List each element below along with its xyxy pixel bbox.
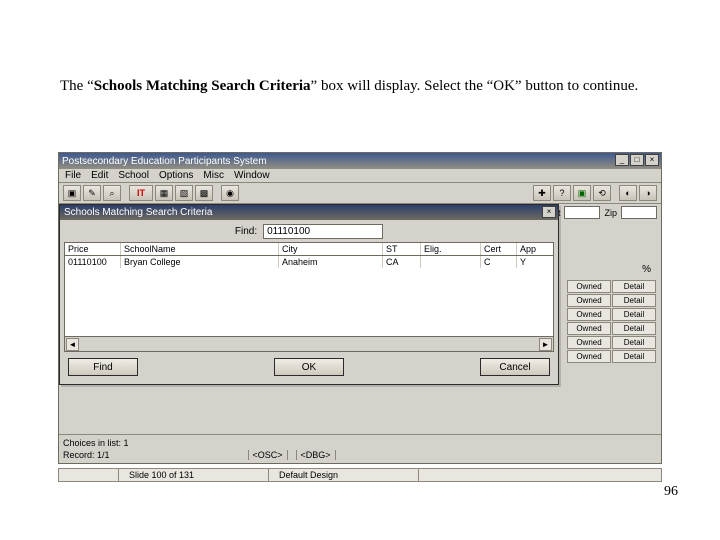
dialog-titlebar: Schools Matching Search Criteria × — [60, 205, 558, 220]
toolbar-btn-8[interactable]: ✚ — [533, 185, 551, 201]
design-indicator: Default Design — [269, 469, 419, 481]
dialog-title: Schools Matching Search Criteria — [64, 207, 212, 218]
owned-row: OwnedDetail — [567, 350, 657, 363]
st-input[interactable] — [564, 206, 600, 219]
owned-row: OwnedDetail — [567, 322, 657, 335]
instruction-text: The “Schools Matching Search Criteria” b… — [60, 76, 660, 97]
page-number: 96 — [664, 484, 678, 500]
owned-row: OwnedDetail — [567, 280, 657, 293]
menu-school[interactable]: School — [118, 170, 149, 181]
owned-row: OwnedDetail — [567, 294, 657, 307]
menu-options[interactable]: Options — [159, 170, 193, 181]
toolbar-btn-5[interactable]: ▧ — [175, 185, 193, 201]
cancel-button[interactable]: Cancel — [480, 358, 550, 376]
scroll-right-icon[interactable]: ► — [539, 338, 552, 351]
scroll-left-icon[interactable]: ◄ — [66, 338, 79, 351]
menu-misc[interactable]: Misc — [203, 170, 224, 181]
toolbar-btn-4[interactable]: ▦ — [155, 185, 173, 201]
grid-hscrollbar[interactable]: ◄ ► — [65, 336, 553, 351]
find-input[interactable] — [263, 224, 383, 239]
col-city: City — [279, 243, 383, 255]
dialog-close-button[interactable]: × — [542, 206, 556, 218]
col-elig: Elig. — [421, 243, 481, 255]
toolbar-btn-10[interactable]: ▣ — [573, 185, 591, 201]
main-window-title: Postsecondary Education Participants Sys… — [62, 156, 267, 167]
toolbar: ▣ ✎ ⌕ IT ▦ ▧ ▩ ◉ ✚ ? ▣ ⟲ ◐ ◑ — [59, 183, 661, 204]
toolbar-btn-13[interactable]: ◑ — [639, 185, 657, 201]
close-button[interactable]: × — [645, 154, 659, 166]
grid-header: Price SchoolName City ST Elig. Cert App — [65, 243, 553, 256]
record-count: Record: 1/1 — [63, 450, 110, 460]
toolbar-btn-6[interactable]: ▩ — [195, 185, 213, 201]
percent-label: % — [642, 264, 651, 275]
toolbar-btn-3[interactable]: ⌕ — [103, 185, 121, 201]
search-criteria-dialog: Schools Matching Search Criteria × Find:… — [59, 204, 559, 385]
toolbar-btn-7[interactable]: ◉ — [221, 185, 239, 201]
menu-edit[interactable]: Edit — [91, 170, 108, 181]
find-button[interactable]: Find — [68, 358, 138, 376]
minimize-button[interactable]: _ — [615, 154, 629, 166]
toolbar-btn-11[interactable]: ⟲ — [593, 185, 611, 201]
toolbar-btn-9[interactable]: ? — [553, 185, 571, 201]
owned-detail-list: OwnedDetail OwnedDetail OwnedDetail Owne… — [567, 280, 657, 364]
app-screenshot: Postsecondary Education Participants Sys… — [58, 152, 662, 482]
ok-button[interactable]: OK — [274, 358, 344, 376]
owned-row: OwnedDetail — [567, 336, 657, 349]
main-titlebar: Postsecondary Education Participants Sys… — [59, 153, 661, 169]
maximize-button[interactable]: □ — [630, 154, 644, 166]
toolbar-btn-12[interactable]: ◐ — [619, 185, 637, 201]
zip-input[interactable] — [621, 206, 657, 219]
menu-window[interactable]: Window — [234, 170, 270, 181]
col-price: Price — [65, 243, 121, 255]
statusbar: Slide 100 of 131 Default Design — [58, 468, 662, 482]
toolbar-btn-1[interactable]: ▣ — [63, 185, 81, 201]
menubar: File Edit School Options Misc Window — [59, 169, 661, 183]
toolbar-btn-2[interactable]: ✎ — [83, 185, 101, 201]
choice-count: Choices in list: 1 — [63, 437, 657, 449]
osc-indicator: <OSC> — [248, 450, 288, 460]
dbg-indicator: <DBG> — [296, 450, 336, 460]
col-st: ST — [383, 243, 421, 255]
results-grid: Price SchoolName City ST Elig. Cert App … — [64, 242, 554, 352]
col-cert: Cert — [481, 243, 517, 255]
col-app: App — [517, 243, 547, 255]
col-schoolname: SchoolName — [121, 243, 279, 255]
find-label: Find: — [235, 226, 257, 237]
owned-row: OwnedDetail — [567, 308, 657, 321]
menu-file[interactable]: File — [65, 170, 81, 181]
footer: Choices in list: 1 Record: 1/1 <OSC> <DB… — [59, 434, 661, 463]
main-window: Postsecondary Education Participants Sys… — [58, 152, 662, 464]
toolbar-btn-it[interactable]: IT — [129, 185, 153, 201]
zip-label: Zip — [604, 208, 617, 218]
grid-row[interactable]: 01110100 Bryan College Anaheim CA C Y — [65, 256, 553, 268]
slide-indicator: Slide 100 of 131 — [119, 469, 269, 481]
